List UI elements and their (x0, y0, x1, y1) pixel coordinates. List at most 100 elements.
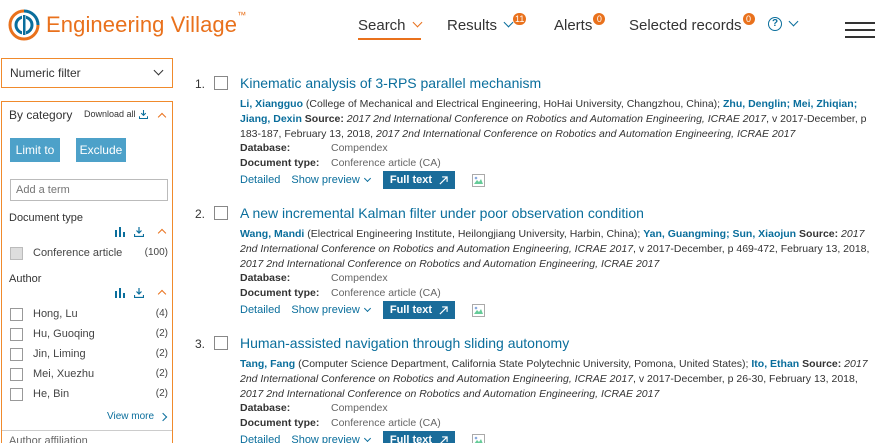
facet-checkbox[interactable] (10, 247, 23, 260)
facet-item-label: Hong, Lu (33, 308, 78, 320)
nav-search[interactable]: Search (358, 17, 422, 40)
facet-item-count: (2) (155, 388, 168, 399)
result-actions: Detailed Show preview Full text (240, 171, 486, 189)
show-preview-link[interactable]: Show preview (291, 304, 371, 316)
broken-image-icon (472, 433, 486, 443)
full-text-button[interactable]: Full text (382, 171, 456, 189)
download-icon[interactable] (134, 288, 144, 298)
author-link[interactable]: Mei, Zhiqian (793, 98, 854, 110)
facet-checkbox[interactable] (10, 308, 23, 321)
chevron-down-icon (363, 174, 371, 182)
result-title-link[interactable]: Kinematic analysis of 3-RPS parallel mec… (240, 75, 541, 91)
facet-item-author[interactable]: Hu, Guoqing (2) (10, 326, 168, 346)
author-tools (115, 288, 144, 298)
facet-item-label: Conference article (33, 247, 123, 259)
facet-item-author[interactable]: Jin, Liming (2) (10, 346, 168, 366)
result-title-link[interactable]: A new incremental Kalman filter under po… (240, 205, 644, 221)
sidebar: Numeric filter By category Download all … (0, 57, 175, 443)
facet-item-label: He, Bin (33, 388, 70, 400)
bar-chart-icon[interactable] (115, 227, 126, 237)
document-type-field: Document type: Conference article (CA) (240, 287, 441, 299)
author-link[interactable]: Tang, Fang (240, 358, 295, 370)
author-link[interactable]: Zhu, Denglin (723, 98, 787, 110)
author-link[interactable]: Li, Xiangguo (240, 98, 303, 110)
result-actions: Detailed Show preview Full text (240, 431, 486, 443)
detailed-link[interactable]: Detailed (240, 174, 280, 186)
result-citation: Li, Xiangguo (College of Mechanical and … (240, 98, 867, 140)
bar-chart-icon[interactable] (115, 288, 126, 298)
view-more-link[interactable]: View more (107, 411, 168, 422)
divider (2, 430, 172, 431)
result-number: 2. (195, 207, 206, 221)
result-checkbox[interactable] (214, 336, 228, 350)
author-heading: Author (9, 273, 42, 285)
result-checkbox[interactable] (214, 76, 228, 90)
full-text-button[interactable]: Full text (382, 431, 456, 443)
author-link[interactable]: Jiang, Dexin (240, 113, 302, 125)
result-checkbox[interactable] (214, 206, 228, 220)
author-link[interactable]: Wang, Mandi (240, 228, 304, 240)
chevron-down-icon (153, 65, 164, 76)
result-number: 3. (195, 337, 206, 351)
collapse-category-icon[interactable] (157, 112, 167, 122)
result-number: 1. (195, 77, 206, 91)
facet-item-document-type[interactable]: Conference article (100) (10, 245, 168, 265)
document-type-field: Document type: Conference article (CA) (240, 417, 441, 429)
help-icon: ? (768, 17, 782, 31)
chevron-down-icon (363, 304, 371, 312)
numeric-filter-dropdown[interactable]: Numeric filter (1, 58, 173, 88)
detailed-link[interactable]: Detailed (240, 304, 280, 316)
result-citation: Wang, Mandi (Electrical Engineering Inst… (240, 228, 870, 270)
nav-help[interactable]: ? (768, 16, 799, 31)
database-field: Database: Compendex (240, 142, 388, 154)
facet-checkbox[interactable] (10, 368, 23, 381)
nav-results[interactable]: Results 11 (447, 12, 527, 34)
facet-checkbox[interactable] (10, 348, 23, 361)
nav-alerts[interactable]: Alerts 0 (554, 12, 606, 34)
chevron-right-icon (158, 412, 168, 421)
nav-results-label: Results (447, 17, 498, 34)
result-citation: Tang, Fang (Computer Science Department,… (240, 358, 868, 400)
document-type-heading: Document type (9, 212, 83, 224)
download-all-link[interactable]: Download all (84, 109, 148, 119)
result-actions: Detailed Show preview Full text (240, 301, 486, 319)
facet-item-count: (2) (155, 368, 168, 379)
collapse-document-type-icon[interactable] (157, 228, 167, 238)
external-link-icon (439, 175, 448, 185)
result-title-link[interactable]: Human-assisted navigation through slidin… (240, 335, 569, 351)
logo[interactable]: Engineering Village™ (8, 9, 246, 41)
facet-item-author[interactable]: Hong, Lu (4) (10, 306, 168, 326)
limit-to-button[interactable]: Limit to (10, 138, 60, 162)
download-icon[interactable] (134, 227, 144, 237)
facet-item-author[interactable]: Mei, Xuezhu (2) (10, 366, 168, 386)
author-link[interactable]: Yan, Guangming (643, 228, 726, 240)
external-link-icon (439, 305, 448, 315)
facet-item-label: Jin, Liming (33, 348, 86, 360)
full-text-button[interactable]: Full text (382, 301, 456, 319)
database-field: Database: Compendex (240, 402, 388, 414)
exclude-button[interactable]: Exclude (76, 138, 126, 162)
chevron-down-icon (788, 16, 799, 26)
broken-image-icon (472, 303, 486, 317)
chevron-down-icon (412, 17, 422, 28)
facet-item-count: (2) (155, 328, 168, 339)
facet-checkbox[interactable] (10, 388, 23, 401)
show-preview-link[interactable]: Show preview (291, 174, 371, 186)
nav-selected-records[interactable]: Selected records 0 (629, 12, 755, 34)
numeric-filter-label: Numeric filter (10, 66, 81, 80)
chevron-down-icon (503, 17, 514, 28)
author-link[interactable]: Ito, Ethan (751, 358, 799, 370)
author-link[interactable]: Sun, Xiaojun (733, 228, 797, 240)
facet-checkbox[interactable] (10, 328, 23, 341)
author-affiliation-heading: Author affiliation (9, 435, 88, 443)
nav-selected-label: Selected records (629, 17, 742, 34)
by-category-heading: By category (9, 108, 73, 122)
detailed-link[interactable]: Detailed (240, 434, 280, 443)
hamburger-menu-icon[interactable] (845, 22, 875, 43)
facet-item-count: (100) (144, 247, 168, 258)
facet-item-author[interactable]: He, Bin (2) (10, 386, 168, 406)
show-preview-link[interactable]: Show preview (291, 434, 371, 443)
collapse-author-icon[interactable] (157, 289, 167, 299)
add-term-input[interactable] (10, 179, 168, 201)
chevron-down-icon (363, 434, 371, 442)
